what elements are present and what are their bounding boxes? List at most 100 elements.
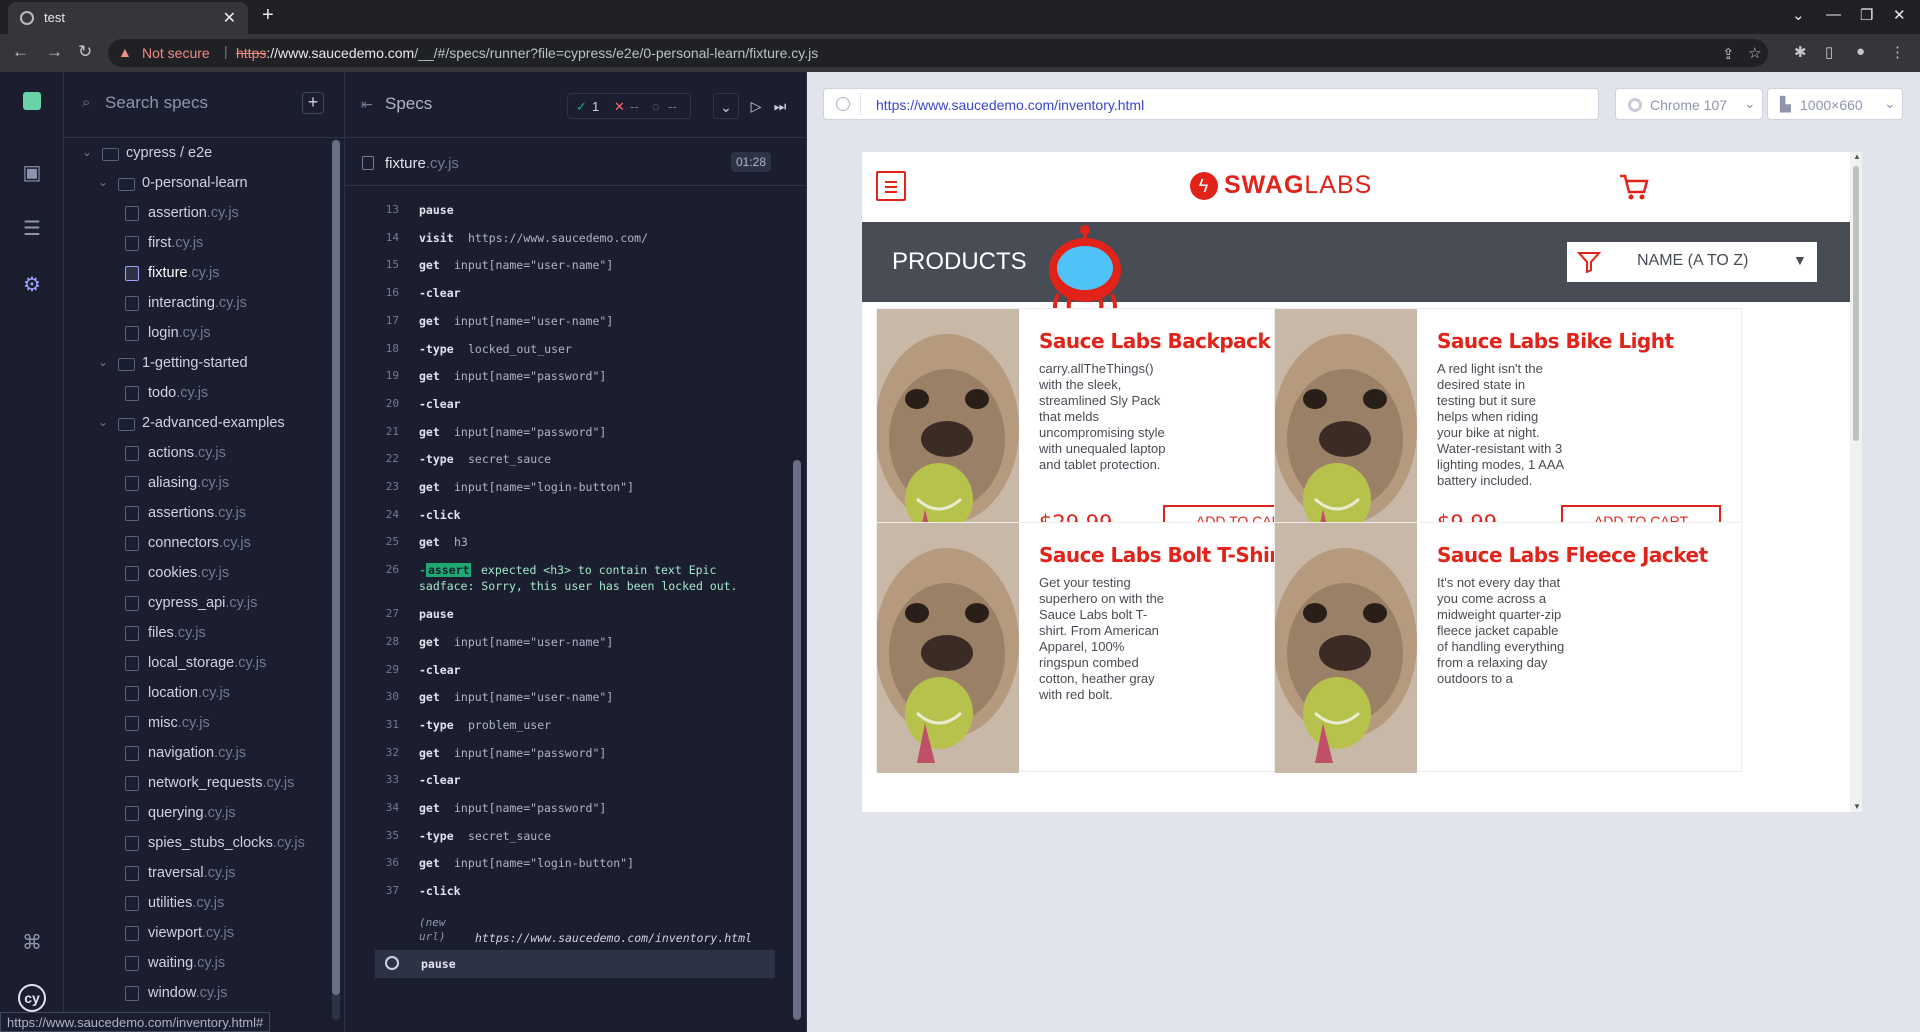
minimize-icon[interactable]: — — [1826, 6, 1841, 23]
spec-file-row[interactable]: fixture.cy.js — [64, 260, 332, 288]
not-secure-label[interactable]: Not secure — [142, 45, 210, 61]
selector-playground-icon[interactable] — [836, 97, 850, 111]
command-row[interactable]: 35 -type secret_sauce — [373, 822, 775, 850]
folder-row[interactable]: ⌄ 2-advanced-examples — [64, 410, 332, 438]
command-row[interactable]: 33 -clear — [373, 766, 775, 794]
command-row[interactable]: 36 get input[name="login-button"] — [373, 849, 775, 877]
command-row[interactable]: 14 visit https://www.saucedemo.com/ — [373, 224, 775, 252]
specs-nav-icon[interactable]: ▣ — [20, 160, 44, 184]
address-bar[interactable]: ▲ Not secure | https://www.saucedemo.com… — [108, 39, 1768, 67]
command-row[interactable]: 23 get input[name="login-button"] — [373, 473, 775, 501]
close-window-icon[interactable]: ✕ — [1893, 6, 1906, 24]
folder-row[interactable]: ⌄ cypress / e2e — [64, 140, 332, 168]
spec-file-row[interactable]: navigation.cy.js — [64, 740, 332, 768]
folder-row[interactable]: ⌄ 0-personal-learn — [64, 170, 332, 198]
spec-file-row[interactable]: traversal.cy.js — [64, 860, 332, 888]
project-icon[interactable] — [23, 92, 41, 110]
chevron-down-icon[interactable]: ⌄ — [713, 93, 739, 119]
spec-file-row[interactable]: viewport.cy.js — [64, 920, 332, 948]
spec-file-row[interactable]: actions.cy.js — [64, 440, 332, 468]
command-row[interactable]: 22 -type secret_sauce — [373, 445, 775, 473]
scroll-up-icon[interactable]: ▲ — [1853, 152, 1861, 161]
spec-file-row[interactable]: window.cy.js — [64, 980, 332, 1008]
spec-file-row[interactable]: todo.cy.js — [64, 380, 332, 408]
runs-nav-icon[interactable]: ☰ — [20, 216, 44, 240]
product-name-link[interactable]: Sauce Labs Bike Light — [1437, 329, 1674, 353]
share-icon[interactable]: ⇪ — [1722, 45, 1735, 63]
spec-file-row[interactable]: network_requests.cy.js — [64, 770, 332, 798]
sort-dropdown[interactable]: NAME (A TO Z) ▼ — [1567, 242, 1817, 282]
keyboard-shortcuts-icon[interactable]: ⌘ — [20, 930, 44, 954]
new-tab-icon[interactable]: + — [262, 4, 274, 27]
spec-file-row[interactable]: first.cy.js — [64, 230, 332, 258]
spec-file-row[interactable]: location.cy.js — [64, 680, 332, 708]
command-row[interactable]: 30 get input[name="user-name"] — [373, 683, 775, 711]
command-row[interactable]: 34 get input[name="password"] — [373, 794, 775, 822]
scrollbar-thumb[interactable] — [332, 140, 340, 995]
spec-file-row[interactable]: misc.cy.js — [64, 710, 332, 738]
spec-file-row[interactable]: cookies.cy.js — [64, 560, 332, 588]
menu-kebab-icon[interactable]: ⋮ — [1890, 43, 1905, 61]
spec-file-row[interactable]: assertions.cy.js — [64, 500, 332, 528]
spec-file-row[interactable]: utilities.cy.js — [64, 890, 332, 918]
extensions-icon[interactable]: ✱ — [1794, 43, 1807, 61]
product-name-link[interactable]: Sauce Labs Fleece Jacket — [1437, 543, 1708, 567]
folder-row[interactable]: ⌄ 1-getting-started — [64, 350, 332, 378]
reload-icon[interactable]: ↻ — [78, 42, 92, 62]
tab-search-icon[interactable]: ⌄ — [1792, 6, 1805, 24]
next-step-icon[interactable]: ⏭ — [767, 93, 793, 119]
shopping-cart-icon[interactable] — [1618, 172, 1650, 202]
product-name-link[interactable]: Sauce Labs Backpack — [1039, 329, 1271, 353]
command-row[interactable]: 26 - assert expected <h3> to contain text E… — [373, 556, 775, 600]
spec-file-row[interactable]: local_storage.cy.js — [64, 650, 332, 678]
restore-icon[interactable]: ❐ — [1860, 6, 1873, 24]
spec-file-row[interactable]: waiting.cy.js — [64, 950, 332, 978]
command-row[interactable]: 17 get input[name="user-name"] — [373, 307, 775, 335]
command-row[interactable]: 18 -type locked_out_user — [373, 335, 775, 363]
command-row[interactable]: 21 get input[name="password"] — [373, 418, 775, 446]
scroll-down-icon[interactable]: ▼ — [1853, 802, 1861, 811]
spec-file-row[interactable]: aliasing.cy.js — [64, 470, 332, 498]
command-row[interactable]: 16 -clear — [373, 279, 775, 307]
command-row[interactable]: 28 get input[name="user-name"] — [373, 628, 775, 656]
command-row[interactable]: 25 get h3 — [373, 528, 775, 556]
command-row[interactable]: 31 -type problem_user — [373, 711, 775, 739]
spec-file-row[interactable]: querying.cy.js — [64, 800, 332, 828]
settings-gear-icon[interactable]: ⚙ — [20, 272, 44, 296]
viewport-size-selector[interactable]: ▙ 1000×660 ⌄ — [1767, 88, 1903, 120]
new-url-value[interactable]: https://www.saucedemo.com/inventory.html — [475, 931, 752, 945]
browser-selector[interactable]: Chrome 107 ⌄ — [1615, 88, 1763, 120]
command-row[interactable]: 24 -click — [373, 501, 775, 529]
active-pause-row[interactable]: pause — [375, 950, 775, 978]
product-name-link[interactable]: Sauce Labs Bolt T-Shirt — [1039, 543, 1288, 567]
resume-play-icon[interactable]: ▷ — [743, 93, 769, 119]
forward-icon[interactable]: → — [46, 42, 63, 62]
aut-scrollbar[interactable]: ▲ ▼ — [1850, 152, 1862, 812]
command-row[interactable]: 20 -clear — [373, 390, 775, 418]
spec-file-row[interactable]: cypress_api.cy.js — [64, 590, 332, 618]
specs-list-icon[interactable]: ⇤ — [361, 96, 373, 113]
profile-avatar-icon[interactable]: ● — [1856, 43, 1865, 60]
spec-file-row[interactable]: files.cy.js — [64, 620, 332, 648]
command-row[interactable]: 19 get input[name="password"] — [373, 362, 775, 390]
product-image[interactable] — [877, 523, 1019, 773]
spec-file-row[interactable]: spies_stubs_clocks.cy.js — [64, 830, 332, 858]
browser-tab[interactable]: test ✕ — [8, 2, 248, 34]
close-tab-icon[interactable]: ✕ — [223, 8, 236, 28]
cypress-logo-icon[interactable]: cy — [18, 984, 46, 1012]
chevron-down-icon[interactable]: ⌄ — [98, 355, 108, 369]
command-row[interactable]: 13 pause — [373, 196, 775, 224]
command-row[interactable]: 32 get input[name="password"] — [373, 739, 775, 767]
aut-url-bar[interactable]: https://www.saucedemo.com/inventory.html — [823, 88, 1599, 120]
spec-file-row[interactable]: login.cy.js — [64, 320, 332, 348]
scrollbar-thumb[interactable] — [1853, 166, 1859, 441]
chevron-down-icon[interactable]: ⌄ — [82, 145, 92, 159]
back-icon[interactable]: ← — [12, 42, 29, 62]
chevron-down-icon[interactable]: ⌄ — [98, 415, 108, 429]
burger-menu-icon[interactable] — [876, 171, 906, 201]
bookmark-star-icon[interactable]: ☆ — [1748, 44, 1761, 62]
chevron-down-icon[interactable]: ⌄ — [98, 175, 108, 189]
aut-url[interactable]: https://www.saucedemo.com/inventory.html — [876, 97, 1144, 113]
product-image[interactable] — [1275, 523, 1417, 773]
spec-file-row[interactable]: assertion.cy.js — [64, 200, 332, 228]
